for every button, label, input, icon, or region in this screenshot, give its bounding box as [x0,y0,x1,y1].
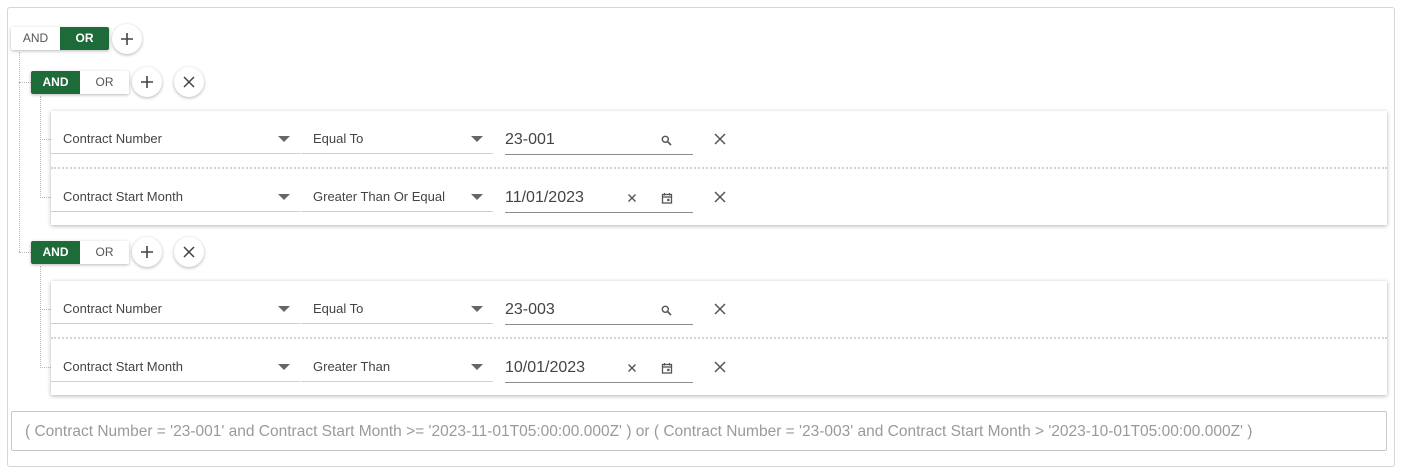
rule-row: Contract Number Equal To [51,111,1387,167]
root-add-button[interactable] [112,24,142,54]
close-icon [714,133,726,145]
operator-select[interactable]: Greater Than [301,354,493,382]
operator-select[interactable]: Equal To [301,126,493,154]
search-icon[interactable] [659,133,673,147]
value-input[interactable] [505,126,645,154]
group2-and-option[interactable]: AND [31,241,80,264]
caret-down-icon [471,306,483,312]
group2-connector-vertical [40,266,41,368]
field-select[interactable]: Contract Number [51,126,300,154]
clear-icon[interactable] [625,191,639,205]
group1-connector [19,82,31,83]
group1-remove-button[interactable] [174,67,204,97]
search-icon[interactable] [659,303,673,317]
date-input-wrapper [505,184,693,213]
group1-add-button[interactable] [132,67,162,97]
group2-add-button[interactable] [132,237,162,267]
calendar-icon[interactable] [660,191,674,205]
operator-select-value: Equal To [313,131,364,146]
caret-down-icon [278,136,290,142]
group2-rule1-connector [40,309,51,310]
group2-or-option[interactable]: OR [80,241,129,264]
remove-rule-button[interactable] [713,302,727,316]
plus-icon [141,76,153,88]
close-icon [714,361,726,373]
caret-down-icon [471,364,483,370]
rule-row: Contract Number Equal To [51,281,1387,337]
root-or-option[interactable]: OR [60,27,109,50]
operator-select[interactable]: Equal To [301,296,493,324]
group1-rules-card: Contract Number Equal To Contract Start … [51,111,1387,225]
caret-down-icon [471,136,483,142]
field-select-value: Contract Number [63,301,162,316]
group2-rules-card: Contract Number Equal To Contract Start … [51,281,1387,395]
group1-and-option[interactable]: AND [31,71,80,94]
group1-or-option[interactable]: OR [80,71,129,94]
group2-rule2-connector [40,367,51,368]
field-select-value: Contract Number [63,131,162,146]
field-select[interactable]: Contract Number [51,296,300,324]
date-input[interactable] [505,354,645,382]
remove-rule-button[interactable] [713,190,727,204]
close-icon [714,191,726,203]
caret-down-icon [278,306,290,312]
field-select-value: Contract Start Month [63,189,183,204]
caret-down-icon [278,364,290,370]
operator-select-value: Greater Than Or Equal [313,189,445,204]
remove-rule-button[interactable] [713,360,727,374]
group1-rule1-connector [40,139,51,140]
root-and-option[interactable]: AND [11,27,60,50]
query-expression-box: ( Contract Number = '23-001' and Contrac… [11,411,1387,451]
query-builder [7,7,1395,467]
operator-select-value: Greater Than [313,359,391,374]
calendar-icon[interactable] [660,361,674,375]
group1-rule2-connector [40,197,51,198]
close-icon [183,246,195,258]
group1-and-or-toggle: AND OR [31,71,129,94]
group2-remove-button[interactable] [174,237,204,267]
close-icon [714,303,726,315]
operator-select[interactable]: Greater Than Or Equal [301,184,493,212]
field-select[interactable]: Contract Start Month [51,354,300,382]
field-select[interactable]: Contract Start Month [51,184,300,212]
clear-icon[interactable] [625,361,639,375]
group2-connector [19,252,31,253]
group2-and-or-toggle: AND OR [31,241,129,264]
operator-select-value: Equal To [313,301,364,316]
caret-down-icon [278,194,290,200]
group1-connector-vertical [40,96,41,198]
field-select-value: Contract Start Month [63,359,183,374]
value-input[interactable] [505,296,645,324]
plus-icon [141,246,153,258]
value-input-wrapper [505,126,693,155]
caret-down-icon [471,194,483,200]
root-and-or-toggle: AND OR [11,27,109,50]
plus-icon [121,33,133,45]
rule-row: Contract Start Month Greater Than Or Equ… [51,169,1387,225]
date-input-wrapper [505,354,693,383]
close-icon [183,76,195,88]
value-input-wrapper [505,296,693,325]
remove-rule-button[interactable] [713,132,727,146]
date-input[interactable] [505,184,645,212]
rule-row: Contract Start Month Greater Than [51,339,1387,395]
query-expression-text: ( Contract Number = '23-001' and Contrac… [25,423,1253,440]
